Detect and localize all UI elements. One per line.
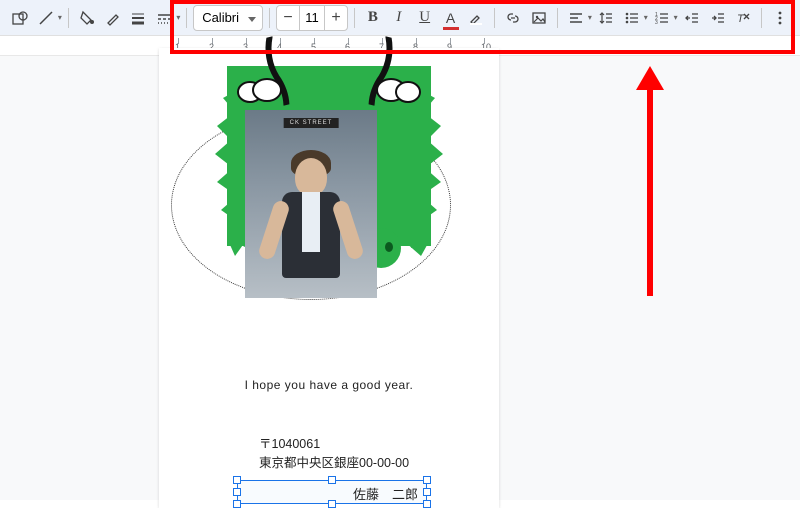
border-color-button[interactable] — [101, 4, 125, 32]
font-family-select[interactable]: Calibri — [193, 5, 263, 31]
separator — [186, 8, 187, 28]
bulleted-list-button[interactable] — [620, 4, 644, 32]
separator — [68, 8, 69, 28]
decrease-font-button[interactable]: − — [277, 6, 299, 30]
resize-handle[interactable] — [233, 476, 241, 484]
insert-line-button[interactable] — [34, 4, 58, 32]
increase-indent-button[interactable] — [706, 4, 730, 32]
svg-text:T: T — [737, 13, 745, 25]
font-color-button[interactable]: A — [439, 4, 463, 32]
svg-text:3: 3 — [655, 20, 658, 26]
decrease-indent-button[interactable] — [680, 4, 704, 32]
separator — [761, 8, 762, 28]
highlight-button[interactable] — [465, 4, 489, 32]
cloud-left-icon — [235, 74, 285, 104]
separator — [354, 8, 355, 28]
bold-button[interactable]: B — [361, 4, 385, 32]
postal-code-text[interactable]: 〒1040061 — [259, 435, 409, 454]
chevron-down-icon: ▾ — [58, 13, 62, 22]
chevron-down-icon: ▾ — [588, 13, 592, 22]
chevron-down-icon: ▾ — [176, 13, 180, 22]
separator — [269, 8, 270, 28]
address-block[interactable]: 〒1040061 東京都中央区銀座00-00-00 — [259, 435, 409, 474]
resize-handle[interactable] — [233, 500, 241, 508]
resize-handle[interactable] — [423, 500, 431, 508]
name-text[interactable]: 佐藤 二郎 — [353, 484, 418, 503]
line-spacing-button[interactable] — [594, 4, 618, 32]
greeting-caption[interactable]: I hope you have a good year. — [159, 378, 499, 392]
fill-color-button[interactable] — [75, 4, 99, 32]
selected-textbox[interactable]: 佐藤 二郎 — [237, 480, 427, 504]
resize-handle[interactable] — [328, 476, 336, 484]
align-button[interactable] — [564, 4, 588, 32]
clear-formatting-button[interactable]: T — [731, 4, 755, 32]
photo-placeholder[interactable]: CK STREET — [245, 110, 377, 298]
document-page[interactable]: CK STREET I hope you have a good year. 〒… — [159, 48, 499, 508]
resize-handle[interactable] — [423, 488, 431, 496]
line-weight-button[interactable] — [127, 4, 151, 32]
numbered-list-button[interactable]: 123 — [650, 4, 674, 32]
separator — [494, 8, 495, 28]
insert-link-button[interactable] — [501, 4, 525, 32]
font-size-value[interactable]: 11 — [299, 6, 325, 30]
increase-font-button[interactable]: + — [325, 6, 347, 30]
font-size-control: − 11 + — [276, 5, 348, 31]
line-dash-button[interactable] — [152, 4, 176, 32]
resize-handle[interactable] — [233, 488, 241, 496]
insert-image-button[interactable] — [527, 4, 551, 32]
font-family-value: Calibri — [202, 10, 239, 25]
formatting-toolbar: ▾ ▾ Calibri − 11 + B I U A ▾ ▾ 123 ▾ T — [0, 0, 800, 36]
more-options-button[interactable] — [768, 4, 792, 32]
resize-handle[interactable] — [423, 476, 431, 484]
cloud-right-icon — [373, 74, 423, 104]
separator — [557, 8, 558, 28]
document-canvas[interactable]: CK STREET I hope you have a good year. 〒… — [0, 56, 800, 500]
photo-sign-text: CK STREET — [284, 118, 339, 128]
resize-handle[interactable] — [328, 500, 336, 508]
italic-button[interactable]: I — [387, 4, 411, 32]
address-text[interactable]: 東京都中央区銀座00-00-00 — [259, 454, 409, 473]
chevron-down-icon: ▾ — [644, 13, 648, 22]
insert-shape-button[interactable] — [8, 4, 32, 32]
underline-button[interactable]: U — [413, 4, 437, 32]
chevron-down-icon: ▾ — [674, 13, 678, 22]
